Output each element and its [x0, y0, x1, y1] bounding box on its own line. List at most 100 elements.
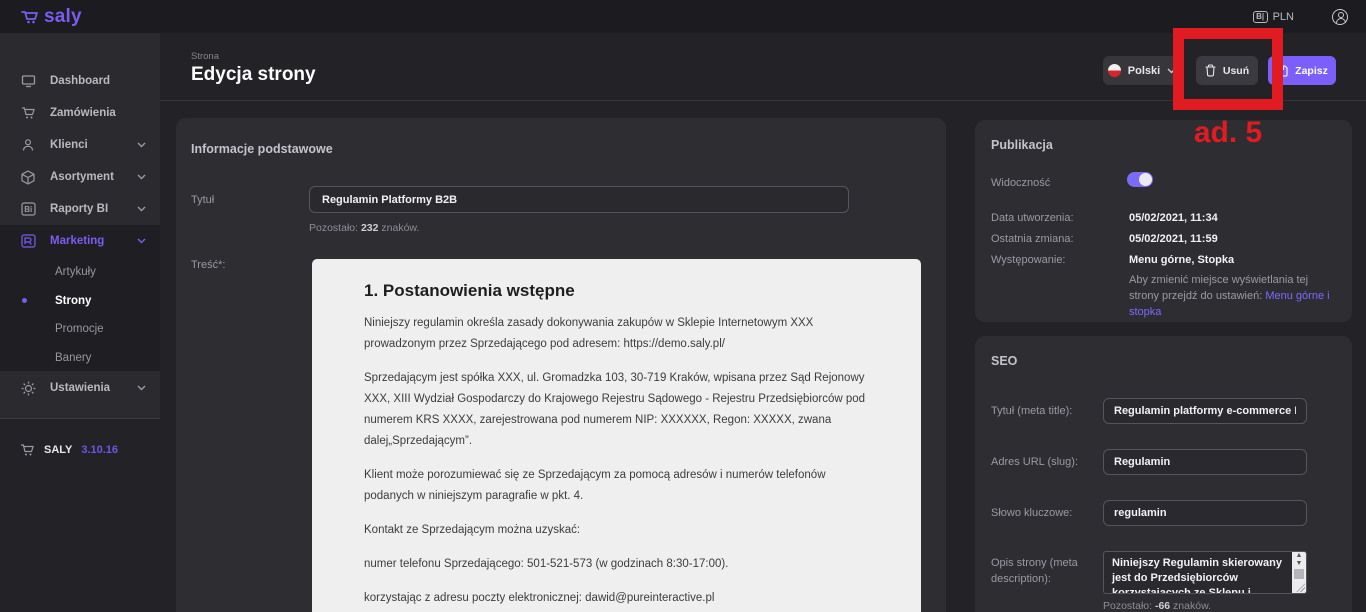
last-change-label: Ostatnia zmiana: — [991, 233, 1074, 245]
scrollbar-thumb[interactable] — [1294, 569, 1304, 579]
cube-icon — [20, 169, 36, 185]
cart-logo-icon — [20, 9, 40, 25]
cart-icon — [20, 443, 35, 457]
sidebar-subitem-label: Strony — [55, 295, 91, 307]
save-label: Zapisz — [1295, 65, 1328, 77]
keyword-label: Słowo kluczowe: — [991, 507, 1072, 519]
sidebar-item-label: Ustawienia — [50, 382, 110, 394]
cart-icon — [20, 105, 36, 121]
gear-icon — [20, 380, 36, 396]
chevron-down-icon — [137, 174, 146, 180]
chevron-down-icon — [137, 385, 146, 391]
sidebar-subitem-banners[interactable]: Banery — [0, 343, 160, 372]
version-name: SALY — [44, 444, 72, 456]
bi-report-icon: Bi — [20, 201, 36, 217]
seo-card: SEO Tytuł (meta title): Adres URL (slug)… — [975, 336, 1352, 612]
sidebar-item-label: Raporty BI — [50, 203, 108, 215]
editor-document: 1. Postanowienia wstępne Niniejszy regul… — [312, 259, 921, 612]
topbar: saly B| PLN — [0, 0, 1366, 33]
sidebar-item-label: Dashboard — [50, 75, 110, 87]
occurrence-value: Menu górne, Stopka — [1129, 254, 1234, 266]
sidebar-footer: SALY 3.10.16 — [0, 418, 160, 612]
sidebar-item-label: Zamówienia — [50, 107, 116, 119]
editor-paragraph: numer telefonu Sprzedającego: 501-521-57… — [364, 554, 877, 575]
currency-icon: B| — [1253, 11, 1268, 23]
language-label: Polski — [1128, 65, 1160, 77]
meta-title-input[interactable] — [1103, 398, 1307, 424]
page-header: Strona Edycja strony Polski Usuń Zapisz — [160, 33, 1366, 101]
chevron-down-icon — [137, 238, 146, 244]
marketing-icon — [20, 233, 36, 249]
delete-button[interactable]: Usuń — [1196, 56, 1258, 85]
editor-heading-1: 1. Postanowienia wstępne — [364, 281, 877, 301]
sidebar-item-reports-bi[interactable]: Bi Raporty BI — [0, 193, 160, 225]
editor-paragraph: Kontakt ze Sprzedającym można uzyskać: — [364, 520, 877, 541]
chevron-down-icon — [137, 142, 146, 148]
save-floppy-icon — [1276, 65, 1288, 77]
currency-selector[interactable]: B| PLN — [1253, 11, 1294, 23]
svg-text:Bi: Bi — [24, 205, 32, 214]
sidebar-item-assortment[interactable]: Asortyment — [0, 161, 160, 193]
visibility-toggle[interactable] — [1127, 172, 1153, 187]
active-dot — [22, 298, 27, 303]
content-field-label: Treść*: — [191, 259, 225, 271]
sidebar: Dashboard Zamówienia Klienci Asortyment … — [0, 33, 160, 612]
basic-info-card: Informacje podstawowe Tytuł Pozostało: 2… — [176, 118, 946, 612]
meta-description-field: Niniejszy Regulamin skierowany jest do P… — [1103, 551, 1307, 594]
chevron-down-icon — [137, 206, 146, 212]
poland-flag-icon — [1108, 64, 1121, 77]
sidebar-subitem-label: Promocje — [55, 323, 104, 335]
occurrence-hint: Aby zmienić miejsce wyświetlania tej str… — [1129, 272, 1333, 320]
editor-paragraph: Klient może porozumiewać się ze Sprzedaj… — [364, 465, 877, 507]
sidebar-subitem-pages[interactable]: Strony — [0, 286, 160, 315]
slug-label: Adres URL (slug): — [991, 456, 1078, 468]
slug-input[interactable] — [1103, 449, 1307, 475]
title-input[interactable] — [309, 186, 849, 213]
editor-paragraph: korzystając z adresu poczty elektroniczn… — [364, 588, 877, 609]
created-date-value: 05/02/2021, 11:34 — [1129, 212, 1218, 224]
sidebar-subitem-label: Artykuły — [55, 266, 96, 278]
occurrence-label: Występowanie: — [991, 254, 1066, 266]
chevron-down-icon — [1167, 68, 1176, 74]
meta-description-textarea[interactable]: Niniejszy Regulamin skierowany jest do P… — [1104, 552, 1290, 593]
logo-text: saly — [44, 6, 82, 28]
sidebar-item-label: Klienci — [50, 139, 88, 151]
sidebar-subitem-promotions[interactable]: Promocje — [0, 314, 160, 343]
title-field-label: Tytuł — [191, 194, 214, 206]
content-editor[interactable]: 1. Postanowienia wstępne Niniejszy regul… — [312, 259, 921, 612]
sidebar-item-marketing[interactable]: Marketing — [0, 225, 160, 257]
account-icon[interactable] — [1332, 9, 1348, 25]
publication-card: Publikacja Widoczność Data utworzenia: 0… — [975, 120, 1352, 322]
visibility-label: Widoczność — [991, 177, 1050, 189]
delete-label: Usuń — [1223, 65, 1249, 77]
scroll-up-icon[interactable]: ▲ — [1296, 552, 1303, 560]
sidebar-subitem-articles[interactable]: Artykuły — [0, 257, 160, 286]
sidebar-item-settings[interactable]: Ustawienia — [0, 372, 160, 404]
currency-label: PLN — [1273, 11, 1294, 23]
language-dropdown[interactable]: Polski — [1103, 56, 1181, 85]
meta-title-label: Tytuł (meta title): — [991, 405, 1072, 417]
title-remaining-counter: Pozostało: 232 znaków. — [309, 222, 419, 234]
sidebar-item-orders[interactable]: Zamówienia — [0, 97, 160, 129]
editor-paragraph: Sprzedającym jest spółka XXX, ul. Gromad… — [364, 368, 877, 452]
keyword-input[interactable] — [1103, 500, 1307, 526]
meta-description-label: Opis strony (meta description): — [991, 555, 1096, 587]
breadcrumb: Strona — [191, 51, 219, 62]
editor-paragraph: Niniejszy regulamin określa zasady dokon… — [364, 313, 877, 355]
section-title: Informacje podstawowe — [191, 142, 333, 156]
publication-title: Publikacja — [991, 138, 1053, 152]
resize-grip-icon[interactable] — [1296, 583, 1305, 592]
app-logo[interactable]: saly — [20, 6, 82, 28]
sidebar-item-customers[interactable]: Klienci — [0, 129, 160, 161]
person-icon — [20, 137, 36, 153]
last-change-value: 05/02/2021, 11:59 — [1129, 233, 1218, 245]
sidebar-item-label: Marketing — [50, 235, 104, 247]
sidebar-item-dashboard[interactable]: Dashboard — [0, 65, 160, 97]
seo-title: SEO — [991, 354, 1017, 368]
version-number: 3.10.16 — [81, 444, 118, 456]
created-date-label: Data utworzenia: — [991, 212, 1074, 224]
description-remaining-counter: Pozostało: -66 znaków. — [1103, 600, 1211, 612]
trash-icon — [1205, 64, 1216, 77]
scroll-down-icon[interactable]: ▼ — [1296, 560, 1303, 568]
save-button[interactable]: Zapisz — [1268, 56, 1336, 85]
